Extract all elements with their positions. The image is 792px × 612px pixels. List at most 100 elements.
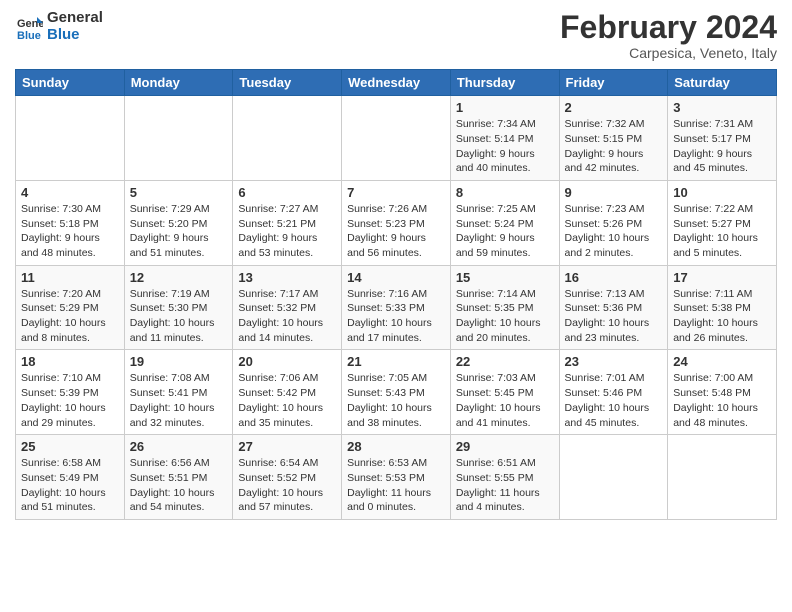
day-cell: 20 Sunrise: 7:06 AMSunset: 5:42 PMDayligh…	[233, 350, 342, 435]
day-number: 23	[565, 354, 663, 369]
week-row-4: 18 Sunrise: 7:10 AMSunset: 5:39 PMDayligh…	[16, 350, 777, 435]
day-number: 2	[565, 100, 663, 115]
day-number: 11	[21, 270, 119, 285]
day-info: Sunrise: 7:14 AMSunset: 5:35 PMDaylight:…	[456, 287, 554, 346]
weekday-header-monday: Monday	[124, 70, 233, 96]
day-info: Sunrise: 7:08 AMSunset: 5:41 PMDaylight:…	[130, 371, 228, 430]
day-info: Sunrise: 6:51 AMSunset: 5:55 PMDaylight:…	[456, 456, 554, 515]
day-number: 3	[673, 100, 771, 115]
day-cell: 13 Sunrise: 7:17 AMSunset: 5:32 PMDayligh…	[233, 265, 342, 350]
logo-icon: General Blue	[15, 13, 43, 41]
day-cell: 26 Sunrise: 6:56 AMSunset: 5:51 PMDayligh…	[124, 435, 233, 520]
day-info: Sunrise: 7:26 AMSunset: 5:23 PMDaylight:…	[347, 202, 445, 261]
day-number: 8	[456, 185, 554, 200]
day-info: Sunrise: 6:53 AMSunset: 5:53 PMDaylight:…	[347, 456, 445, 515]
day-cell: 3 Sunrise: 7:31 AMSunset: 5:17 PMDaylight…	[668, 96, 777, 181]
day-info: Sunrise: 7:30 AMSunset: 5:18 PMDaylight:…	[21, 202, 119, 261]
title-block: February 2024 Carpesica, Veneto, Italy	[560, 10, 777, 61]
day-info: Sunrise: 7:06 AMSunset: 5:42 PMDaylight:…	[238, 371, 336, 430]
day-cell: 11 Sunrise: 7:20 AMSunset: 5:29 PMDayligh…	[16, 265, 125, 350]
day-cell: 18 Sunrise: 7:10 AMSunset: 5:39 PMDayligh…	[16, 350, 125, 435]
day-info: Sunrise: 7:27 AMSunset: 5:21 PMDaylight:…	[238, 202, 336, 261]
day-cell: 23 Sunrise: 7:01 AMSunset: 5:46 PMDayligh…	[559, 350, 668, 435]
week-row-3: 11 Sunrise: 7:20 AMSunset: 5:29 PMDayligh…	[16, 265, 777, 350]
day-cell: 1 Sunrise: 7:34 AMSunset: 5:14 PMDaylight…	[450, 96, 559, 181]
day-number: 6	[238, 185, 336, 200]
day-cell: 7 Sunrise: 7:26 AMSunset: 5:23 PMDaylight…	[342, 180, 451, 265]
day-cell	[124, 96, 233, 181]
day-cell	[559, 435, 668, 520]
day-info: Sunrise: 7:05 AMSunset: 5:43 PMDaylight:…	[347, 371, 445, 430]
day-cell: 27Sunrise: 6:54 AMSunset: 5:52 PMDayligh…	[233, 435, 342, 520]
day-cell: 10Sunrise: 7:22 AMSunset: 5:27 PMDayligh…	[668, 180, 777, 265]
weekday-header-friday: Friday	[559, 70, 668, 96]
day-number: 24	[673, 354, 771, 369]
day-cell: 28 Sunrise: 6:53 AMSunset: 5:53 PMDayligh…	[342, 435, 451, 520]
week-row-5: 25Sunrise: 6:58 AMSunset: 5:49 PMDayligh…	[16, 435, 777, 520]
day-info: Sunrise: 7:32 AMSunset: 5:15 PMDaylight:…	[565, 117, 663, 176]
day-number: 29	[456, 439, 554, 454]
day-number: 28	[347, 439, 445, 454]
day-info: Sunrise: 7:01 AMSunset: 5:46 PMDaylight:…	[565, 371, 663, 430]
day-cell: 22 Sunrise: 7:03 AMSunset: 5:45 PMDayligh…	[450, 350, 559, 435]
weekday-header-row: SundayMondayTuesdayWednesdayThursdayFrid…	[16, 70, 777, 96]
day-info: Sunrise: 7:20 AMSunset: 5:29 PMDaylight:…	[21, 287, 119, 346]
logo-general: General	[47, 10, 103, 27]
day-number: 4	[21, 185, 119, 200]
day-number: 9	[565, 185, 663, 200]
day-cell: 9Sunrise: 7:23 AMSunset: 5:26 PMDaylight…	[559, 180, 668, 265]
day-info: Sunrise: 7:31 AMSunset: 5:17 PMDaylight:…	[673, 117, 771, 176]
day-info: Sunrise: 7:22 AMSunset: 5:27 PMDaylight:…	[673, 202, 771, 261]
weekday-header-sunday: Sunday	[16, 70, 125, 96]
weekday-header-wednesday: Wednesday	[342, 70, 451, 96]
day-cell: 12 Sunrise: 7:19 AMSunset: 5:30 PMDayligh…	[124, 265, 233, 350]
day-cell: 29 Sunrise: 6:51 AMSunset: 5:55 PMDayligh…	[450, 435, 559, 520]
page-header: General Blue General Blue February 2024 …	[15, 10, 777, 61]
day-cell	[668, 435, 777, 520]
day-info: Sunrise: 7:34 AMSunset: 5:14 PMDaylight:…	[456, 117, 554, 176]
day-info: Sunrise: 7:11 AMSunset: 5:38 PMDaylight:…	[673, 287, 771, 346]
month-title: February 2024	[560, 10, 777, 45]
day-info: Sunrise: 7:13 AMSunset: 5:36 PMDaylight:…	[565, 287, 663, 346]
day-info: Sunrise: 7:10 AMSunset: 5:39 PMDaylight:…	[21, 371, 119, 430]
day-number: 18	[21, 354, 119, 369]
day-number: 20	[238, 354, 336, 369]
day-info: Sunrise: 7:17 AMSunset: 5:32 PMDaylight:…	[238, 287, 336, 346]
day-cell: 21Sunrise: 7:05 AMSunset: 5:43 PMDayligh…	[342, 350, 451, 435]
day-number: 26	[130, 439, 228, 454]
day-cell	[16, 96, 125, 181]
logo-blue: Blue	[47, 27, 103, 44]
day-info: Sunrise: 6:56 AMSunset: 5:51 PMDaylight:…	[130, 456, 228, 515]
day-number: 12	[130, 270, 228, 285]
weekday-header-thursday: Thursday	[450, 70, 559, 96]
day-number: 25	[21, 439, 119, 454]
day-info: Sunrise: 7:03 AMSunset: 5:45 PMDaylight:…	[456, 371, 554, 430]
day-info: Sunrise: 7:16 AMSunset: 5:33 PMDaylight:…	[347, 287, 445, 346]
day-cell: 6 Sunrise: 7:27 AMSunset: 5:21 PMDaylight…	[233, 180, 342, 265]
day-info: Sunrise: 7:19 AMSunset: 5:30 PMDaylight:…	[130, 287, 228, 346]
day-number: 19	[130, 354, 228, 369]
week-row-1: 1 Sunrise: 7:34 AMSunset: 5:14 PMDaylight…	[16, 96, 777, 181]
day-cell: 4 Sunrise: 7:30 AMSunset: 5:18 PMDaylight…	[16, 180, 125, 265]
day-number: 17	[673, 270, 771, 285]
weekday-header-tuesday: Tuesday	[233, 70, 342, 96]
location-subtitle: Carpesica, Veneto, Italy	[560, 45, 777, 61]
day-cell	[233, 96, 342, 181]
day-info: Sunrise: 7:29 AMSunset: 5:20 PMDaylight:…	[130, 202, 228, 261]
week-row-2: 4 Sunrise: 7:30 AMSunset: 5:18 PMDaylight…	[16, 180, 777, 265]
day-number: 22	[456, 354, 554, 369]
day-number: 15	[456, 270, 554, 285]
day-cell: 25Sunrise: 6:58 AMSunset: 5:49 PMDayligh…	[16, 435, 125, 520]
logo: General Blue General Blue	[15, 10, 103, 43]
day-cell: 19 Sunrise: 7:08 AMSunset: 5:41 PMDayligh…	[124, 350, 233, 435]
day-cell: 2 Sunrise: 7:32 AMSunset: 5:15 PMDaylight…	[559, 96, 668, 181]
day-cell: 5Sunrise: 7:29 AMSunset: 5:20 PMDaylight…	[124, 180, 233, 265]
day-number: 7	[347, 185, 445, 200]
day-number: 13	[238, 270, 336, 285]
day-cell: 16Sunrise: 7:13 AMSunset: 5:36 PMDayligh…	[559, 265, 668, 350]
day-number: 1	[456, 100, 554, 115]
day-cell: 15 Sunrise: 7:14 AMSunset: 5:35 PMDayligh…	[450, 265, 559, 350]
svg-text:Blue: Blue	[17, 30, 41, 41]
day-number: 27	[238, 439, 336, 454]
day-number: 14	[347, 270, 445, 285]
